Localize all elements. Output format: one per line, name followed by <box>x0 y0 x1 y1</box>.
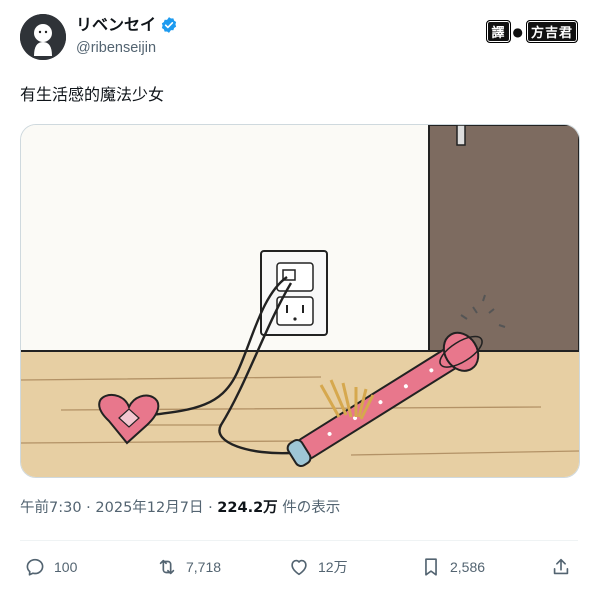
bookmark-icon <box>425 558 437 576</box>
like-button[interactable]: 12万 <box>288 556 348 578</box>
repost-icon <box>159 559 175 575</box>
translator-badge: 譯 ● 方吉君 <box>486 20 578 43</box>
tweet-meta: 午前7:30 · 2025年12月7日 · 224.2万 件の表示 <box>20 498 340 518</box>
repost-button[interactable]: 7,718 <box>156 556 221 578</box>
tweet-header: リベンセイ @ribenseijin 譯 ● 方吉君 <box>20 14 578 64</box>
tweet-time[interactable]: 午前7:30 <box>20 500 82 516</box>
share-icon <box>553 558 569 575</box>
handle[interactable]: @ribenseijin <box>76 38 178 58</box>
reply-button[interactable]: 100 <box>24 556 77 578</box>
tweet-image[interactable] <box>20 124 580 478</box>
translator-badge-name: 方吉君 <box>525 20 578 43</box>
heart-icon <box>291 559 307 576</box>
tweet-date[interactable]: 2025年12月7日 <box>95 500 203 516</box>
translator-badge-dot: ● <box>512 24 524 39</box>
verified-badge-icon <box>161 17 177 33</box>
meta-separator: · <box>208 500 213 516</box>
display-name-row[interactable]: リベンセイ <box>76 14 178 36</box>
divider <box>20 540 578 541</box>
character-avatar-icon <box>20 14 66 60</box>
reply-icon <box>26 558 44 576</box>
bookmark-button[interactable]: 2,586 <box>420 556 485 578</box>
like-count: 12万 <box>318 559 348 575</box>
action-bar: 100 7,718 12万 2,586 <box>20 556 578 586</box>
tweet-text: 有生活感的魔法少女 <box>20 85 165 104</box>
magical-girl-wand-illustration <box>21 125 579 477</box>
share-button[interactable] <box>550 556 572 578</box>
view-label: 件の表示 <box>282 500 341 516</box>
translator-badge-char: 譯 <box>486 20 511 43</box>
reply-count: 100 <box>54 559 78 575</box>
meta-separator: · <box>86 500 91 516</box>
display-name[interactable]: リベンセイ <box>76 14 156 36</box>
avatar[interactable] <box>20 14 66 60</box>
repost-count: 7,718 <box>186 559 222 575</box>
bookmark-count: 2,586 <box>450 559 486 575</box>
view-count: 224.2万 <box>217 500 278 516</box>
author-info: リベンセイ @ribenseijin <box>76 14 178 58</box>
